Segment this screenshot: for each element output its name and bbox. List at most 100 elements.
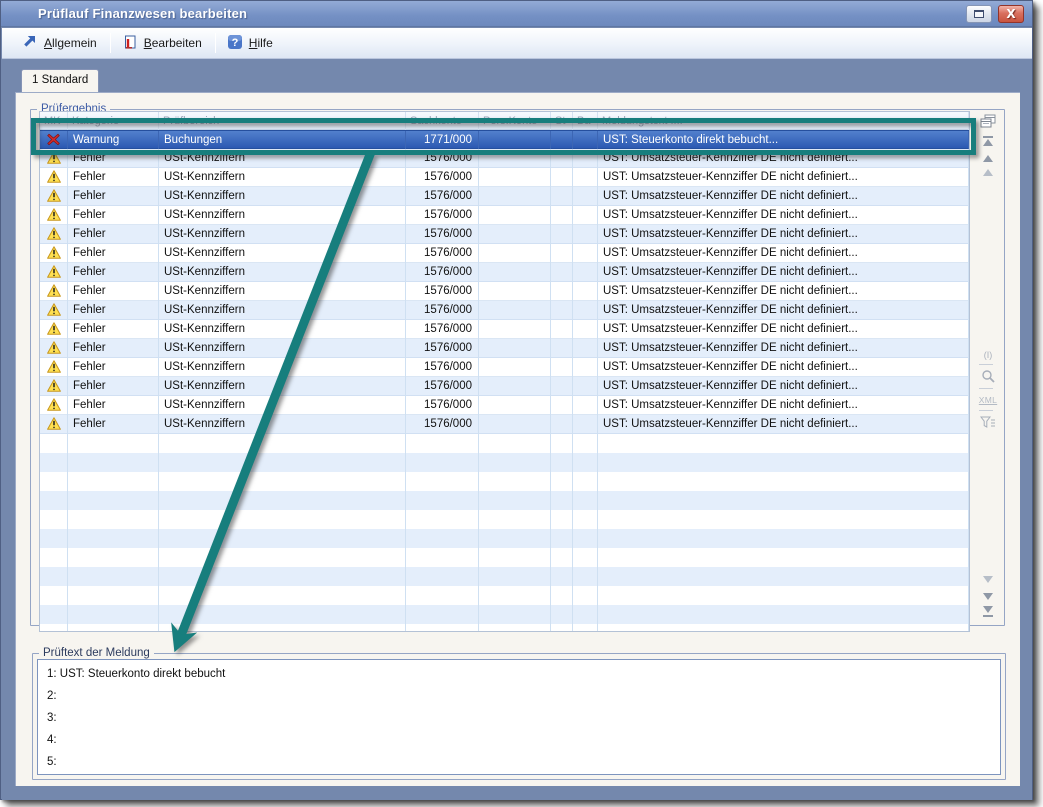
table-row[interactable]: FehlerUSt-Kennziffern1576/000UST: Umsatz… (40, 415, 969, 434)
cell-sachkonto: 1576/000 (406, 149, 479, 168)
table-row-empty[interactable] (40, 434, 969, 453)
table-row[interactable]: FehlerUSt-Kennziffern1576/000UST: Umsatz… (40, 301, 969, 320)
column-header-meldungstext[interactable]: Meldungstext .... (598, 112, 969, 130)
cell-pruefbereich: USt-Kennziffern (159, 225, 406, 244)
table-row[interactable]: FehlerUSt-Kennziffern1576/000UST: Umsatz… (40, 149, 969, 168)
table-row[interactable]: FehlerUSt-Kennziffern1576/000UST: Umsatz… (40, 244, 969, 263)
cell-empty (551, 605, 573, 624)
cell-empty (406, 586, 479, 605)
minimize-button[interactable] (966, 5, 992, 23)
cell-empty (598, 624, 969, 632)
table-row-empty[interactable] (40, 624, 969, 632)
go-last-icon[interactable] (978, 603, 998, 619)
cell-empty (573, 567, 598, 586)
cell-meldungstext: UST: Umsatzsteuer-Kennziffer DE nicht de… (598, 168, 969, 187)
cell-empty (40, 548, 68, 567)
table-row-empty[interactable] (40, 605, 969, 624)
warning-triangle-icon (47, 265, 61, 278)
cell-empty (159, 624, 406, 632)
table-row-empty[interactable] (40, 472, 969, 491)
tab-standard[interactable]: 1 Standard (21, 69, 99, 92)
select-columns-icon[interactable] (978, 113, 998, 129)
filter-icon[interactable] (978, 414, 998, 430)
cell-empty (598, 472, 969, 491)
message-legend: Prüftext der Meldung (39, 647, 154, 659)
side-toolbar-separator (979, 364, 993, 365)
cell-meldungstext: UST: Umsatzsteuer-Kennziffer DE nicht de… (598, 149, 969, 168)
column-header-st[interactable]: St (551, 112, 573, 130)
cell-empty (406, 624, 479, 632)
cell-sachkonto: 1576/000 (406, 244, 479, 263)
cell-empty (406, 434, 479, 453)
table-row-empty[interactable] (40, 567, 969, 586)
table-row[interactable]: FehlerUSt-Kennziffern1576/000UST: Umsatz… (40, 339, 969, 358)
allgemein-button[interactable]: Allgemein (16, 31, 105, 56)
table-row-empty[interactable] (40, 586, 969, 605)
column-width-icon[interactable]: (I) (978, 347, 998, 363)
message-groupbox: Prüftext der Meldung 1: UST: Steuerkonto… (32, 653, 1006, 780)
table-row[interactable]: FehlerUSt-Kennziffern1576/000UST: Umsatz… (40, 396, 969, 415)
cell-mk (40, 168, 68, 187)
cell-ba (573, 168, 598, 187)
cell-empty (159, 529, 406, 548)
warning-triangle-icon (47, 417, 61, 430)
go-first-icon[interactable] (978, 133, 998, 149)
cell-kategorie: Fehler (68, 377, 159, 396)
cell-perskonto (479, 168, 551, 187)
cell-pruefbereich: USt-Kennziffern (159, 149, 406, 168)
cell-pruefbereich: USt-Kennziffern (159, 396, 406, 415)
column-header-perskonto[interactable]: Pers.Konto (479, 112, 551, 130)
cell-empty (68, 510, 159, 529)
table-row[interactable]: FehlerUSt-Kennziffern1576/000UST: Umsatz… (40, 225, 969, 244)
table-row-empty[interactable] (40, 510, 969, 529)
cell-mk (40, 396, 68, 415)
table-row[interactable]: FehlerUSt-Kennziffern1576/000UST: Umsatz… (40, 168, 969, 187)
close-button[interactable]: X (998, 5, 1024, 23)
cell-sachkonto: 1576/000 (406, 282, 479, 301)
table-row[interactable]: FehlerUSt-Kennziffern1576/000UST: Umsatz… (40, 282, 969, 301)
bearbeiten-button[interactable]: Bearbeiten (116, 31, 210, 56)
cell-kategorie: Fehler (68, 320, 159, 339)
table-row-empty[interactable] (40, 529, 969, 548)
xml-export-icon[interactable]: XML (978, 392, 998, 408)
search-icon[interactable] (978, 368, 998, 384)
edit-document-icon (122, 34, 138, 53)
cell-kategorie: Fehler (68, 358, 159, 377)
cell-empty (479, 472, 551, 491)
table-row-empty[interactable] (40, 453, 969, 472)
cell-empty (40, 605, 68, 624)
side-toolbar-separator (979, 410, 993, 411)
hilfe-button[interactable]: ?Hilfe (221, 31, 281, 56)
cell-empty (479, 586, 551, 605)
table-row[interactable]: FehlerUSt-Kennziffern1576/000UST: Umsatz… (40, 358, 969, 377)
cell-empty (159, 472, 406, 491)
page-down-icon[interactable] (978, 588, 998, 604)
column-header-mk[interactable]: MK (40, 112, 68, 130)
cell-perskonto (479, 187, 551, 206)
cell-empty (551, 472, 573, 491)
column-header-ba[interactable]: Ba (573, 112, 598, 130)
message-text-box[interactable]: 1: UST: Steuerkonto direkt bebucht2:3:4:… (37, 659, 1001, 775)
column-header-sachkonto[interactable]: Sachkonto (406, 112, 479, 130)
column-header-pruefbereich[interactable]: Prüfbereich (159, 112, 406, 130)
table-row[interactable]: FehlerUSt-Kennziffern1576/000UST: Umsatz… (40, 187, 969, 206)
cell-pruefbereich: USt-Kennziffern (159, 263, 406, 282)
grid-header: MKKategoriePrüfbereichSachkontoPers.Kont… (40, 112, 969, 130)
table-row[interactable]: FehlerUSt-Kennziffern1576/000UST: Umsatz… (40, 377, 969, 396)
table-row[interactable]: FehlerUSt-Kennziffern1576/000UST: Umsatz… (40, 206, 969, 225)
scroll-up-icon[interactable] (978, 164, 998, 180)
column-header-kategorie[interactable]: Kategorie (68, 112, 159, 130)
cell-meldungstext: UST: Umsatzsteuer-Kennziffer DE nicht de… (598, 282, 969, 301)
cell-kategorie: Fehler (68, 263, 159, 282)
table-row[interactable]: FehlerUSt-Kennziffern1576/000UST: Umsatz… (40, 320, 969, 339)
table-row-selected[interactable]: WarnungBuchungen1771/000UST: Steuerkonto… (40, 130, 969, 149)
table-row-empty[interactable] (40, 548, 969, 567)
warning-triangle-icon (47, 341, 61, 354)
table-row[interactable]: FehlerUSt-Kennziffern1576/000UST: Umsatz… (40, 263, 969, 282)
table-row-empty[interactable] (40, 491, 969, 510)
cell-kategorie: Fehler (68, 339, 159, 358)
cell-empty (68, 624, 159, 632)
message-line: 3: (47, 712, 57, 724)
scroll-down-icon[interactable] (978, 571, 998, 587)
toolbar-button-label: Bearbeiten (144, 36, 202, 50)
